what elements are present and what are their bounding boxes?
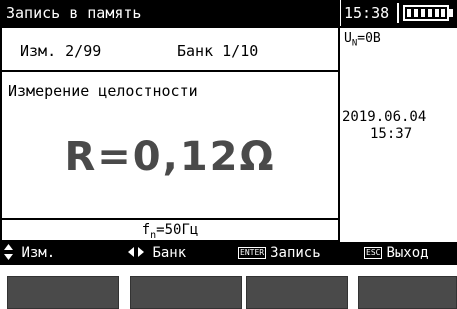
frequency-readout: fn=50Гц [141, 222, 199, 241]
battery-cell [421, 9, 425, 17]
screen-title: Запись в память [0, 0, 340, 26]
softkey-2[interactable] [130, 276, 242, 309]
left-right-arrow-icon [128, 247, 144, 257]
clock: 15:38 [344, 4, 390, 22]
esc-key-icon: ESC [364, 247, 383, 259]
up-down-arrow-icon [4, 244, 13, 260]
key-hints-bar: Изм. Банк ENTER Запись ESC Выход [0, 242, 457, 265]
battery-icon [403, 5, 449, 21]
battery-cell [414, 9, 418, 17]
status-area: 15:38 [341, 0, 457, 26]
measurement-time: 15:37 [370, 126, 413, 142]
battery-cap [449, 9, 453, 17]
measurement-panel: Изм. 2/99 Банк 1/10 Измерение целостност… [0, 26, 340, 242]
status-divider [397, 3, 399, 23]
enter-label: Запись [270, 245, 321, 261]
battery-cell [428, 9, 432, 17]
battery-cell [407, 9, 411, 17]
battery-cell [435, 9, 439, 17]
info-panel: UN=0В 2019.06.04 15:37 [340, 26, 457, 242]
meter-screen: Запись в память 15:38 Изм. 2/99 Банк 1/1… [0, 0, 457, 309]
bank-nav-label: Банк [152, 245, 187, 261]
esc-label: Выход [386, 245, 429, 261]
measurement-date: 2019.06.04 [342, 109, 427, 125]
voltage-readout: UN=0В [344, 31, 381, 49]
battery-cell [441, 9, 445, 17]
measurement-counter: Изм. 2/99 [20, 42, 102, 60]
bank-counter: Банк 1/10 [177, 42, 259, 60]
measurement-nav-hint: Изм. [4, 242, 55, 265]
esc-hint: ESC Выход [364, 242, 429, 265]
measurement-nav-label: Изм. [21, 245, 56, 261]
softkey-3[interactable] [246, 276, 348, 309]
footer-divider [2, 218, 338, 220]
bank-nav-hint: Банк [128, 242, 186, 265]
frequency-value: =50Гц [156, 222, 199, 238]
softkey-4[interactable] [358, 276, 457, 309]
resistance-result: R=0,12Ω [64, 134, 276, 180]
measurement-mode: Измерение целостности [8, 82, 198, 100]
enter-hint: ENTER Запись [238, 242, 321, 265]
softkey-1[interactable] [7, 276, 119, 309]
enter-key-icon: ENTER [238, 247, 267, 259]
header-divider [2, 70, 338, 72]
